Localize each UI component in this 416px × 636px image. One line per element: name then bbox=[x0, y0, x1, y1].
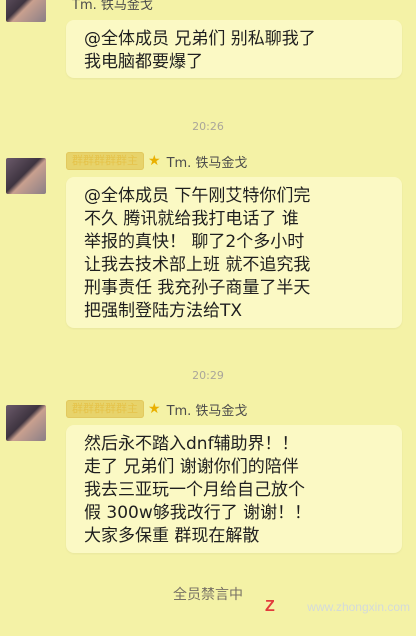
message-line: 让我去技术部上班 就不追究我 bbox=[84, 255, 311, 275]
sender-meta: 群群群群群主 ★ Tm. 铁马金戈 bbox=[66, 398, 247, 420]
message-line: 举报的真快！ 聊了2个多小时 bbox=[84, 232, 305, 252]
message-bubble[interactable]: @全体成员 下午刚艾特你们完 不久 腾讯就给我打电话了 谁 举报的真快！ 聊了2… bbox=[66, 177, 402, 328]
avatar[interactable] bbox=[6, 0, 46, 22]
crown-icon: ★ bbox=[148, 153, 161, 169]
message-line: @全体成员 兄弟们 别私聊我了 bbox=[84, 29, 316, 49]
avatar[interactable] bbox=[6, 158, 46, 194]
crown-icon: ★ bbox=[148, 401, 161, 417]
message-line: 假 300w够我改行了 谢谢！！ bbox=[84, 503, 312, 523]
message-line: 刑事责任 我充孙子商量了半天 bbox=[84, 278, 311, 298]
watermark-text: www.zhongxin.com bbox=[307, 600, 410, 614]
message-line: 我电脑都要爆了 bbox=[84, 52, 203, 72]
group-owner-badge: 群群群群群主 bbox=[66, 400, 144, 418]
message-line: 把强制登陆方法给TX bbox=[84, 301, 243, 321]
sender-name[interactable]: Tm. 铁马金戈 bbox=[167, 152, 248, 171]
message-line: 然后永不踏入dnf辅助界！！ bbox=[84, 434, 299, 454]
avatar[interactable] bbox=[6, 405, 46, 441]
message-line: 走了 兄弟们 谢谢你们的陪伴 bbox=[84, 457, 299, 477]
message-line: 大家多保重 群现在解散 bbox=[84, 526, 260, 546]
watermark-logo-icon: Z bbox=[265, 598, 275, 615]
message-line: 我去三亚玩一个月给自己放个 bbox=[84, 480, 305, 500]
group-owner-badge: 群群群群群主 bbox=[66, 152, 144, 170]
message-line: 不久 腾讯就给我打电话了 谁 bbox=[84, 209, 299, 229]
sender-meta: 群群群群群主 ★ Tm. 铁马金戈 bbox=[66, 150, 247, 172]
message-line: @全体成员 下午刚艾特你们完 bbox=[84, 186, 311, 206]
sender-meta: Tm. 铁马金戈 bbox=[66, 0, 153, 14]
timestamp: 20:29 bbox=[192, 369, 224, 382]
message-bubble[interactable]: @全体成员 兄弟们 别私聊我了 我电脑都要爆了 bbox=[66, 20, 402, 78]
timestamp: 20:26 bbox=[192, 120, 224, 133]
sender-name[interactable]: Tm. 铁马金戈 bbox=[167, 400, 248, 419]
message-bubble[interactable]: 然后永不踏入dnf辅助界！！ 走了 兄弟们 谢谢你们的陪伴 我去三亚玩一个月给自… bbox=[66, 425, 402, 553]
sender-name: Tm. 铁马金戈 bbox=[72, 0, 153, 13]
